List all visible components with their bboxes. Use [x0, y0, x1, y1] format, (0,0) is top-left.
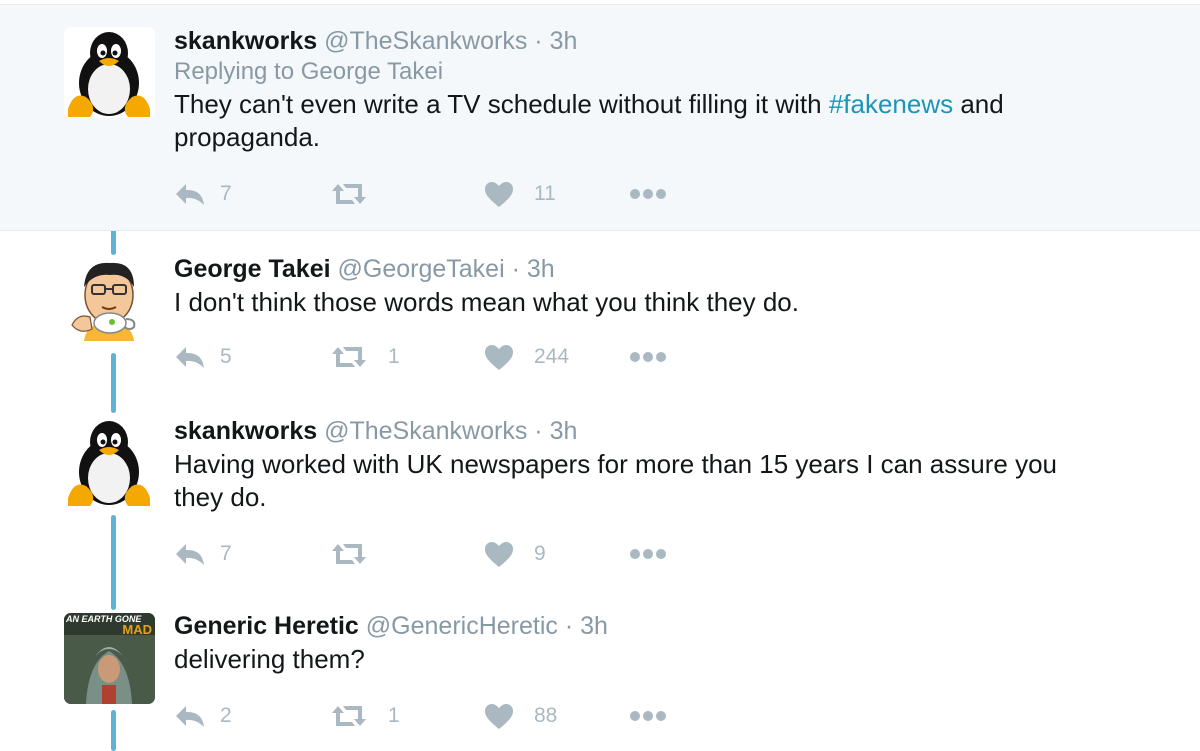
heart-icon	[485, 703, 513, 729]
timestamp[interactable]: 3h	[550, 27, 578, 55]
conversation-thread: skankworks @TheSkankworks · 3h Replying …	[0, 5, 1200, 751]
like-count: 244	[534, 345, 570, 368]
user-handle[interactable]: @GeorgeTakei	[338, 255, 505, 283]
retweet-button[interactable]	[330, 176, 382, 212]
more-options-button[interactable]	[629, 536, 667, 572]
like-button[interactable]: 11	[484, 176, 556, 212]
linux-penguin-avatar-icon	[68, 421, 150, 506]
timestamp[interactable]: 3h	[527, 255, 555, 283]
more-options-button[interactable]	[629, 339, 667, 375]
avatar-book-title-bottom: MAD	[122, 622, 152, 637]
tweet-header: skankworks @TheSkankworks · 3h	[174, 26, 1160, 56]
tweet[interactable]: skankworks @TheSkankworks · 3h Having wo…	[0, 396, 1200, 591]
user-handle[interactable]: @TheSkankworks	[324, 417, 527, 445]
retweet-icon	[332, 347, 366, 367]
heart-icon	[485, 181, 513, 207]
tweet-text: I don't think those words mean what you …	[174, 287, 799, 317]
reply-count: 7	[220, 542, 232, 565]
like-button[interactable]: 9	[484, 536, 546, 572]
tweet-content: Generic Heretic @GenericHeretic · 3h del…	[174, 611, 1160, 676]
retweet-button[interactable]: 1	[330, 698, 400, 734]
reply-count: 5	[220, 345, 232, 368]
display-name[interactable]: skankworks	[174, 417, 317, 445]
retweet-button[interactable]	[330, 536, 382, 572]
display-name[interactable]: George Takei	[174, 255, 331, 283]
separator: ·	[534, 417, 543, 445]
more-dots-icon	[630, 352, 666, 362]
tweet-text: delivering them?	[174, 644, 365, 674]
avatar[interactable]	[64, 27, 155, 118]
retweet-count: 1	[388, 345, 400, 368]
tweet-content: George Takei @GeorgeTakei · 3h I don't t…	[174, 254, 1160, 319]
avatar[interactable]	[64, 416, 155, 507]
retweet-count: 1	[388, 704, 400, 727]
separator: ·	[511, 255, 520, 283]
retweet-icon	[332, 706, 366, 726]
reply-count: 2	[220, 704, 232, 727]
reply-icon	[176, 347, 204, 368]
avatar[interactable]: AN EARTH GONE MAD	[64, 613, 155, 704]
tweet[interactable]: George Takei @GeorgeTakei · 3h I don't t…	[0, 231, 1200, 396]
like-count: 88	[534, 704, 558, 727]
tweet-header: Generic Heretic @GenericHeretic · 3h	[174, 611, 1160, 641]
tweet[interactable]: AN EARTH GONE MAD Generic Heretic @Gener…	[0, 591, 1200, 751]
retweet-icon	[332, 184, 366, 204]
reply-count: 7	[220, 182, 232, 205]
like-button[interactable]: 244	[484, 339, 569, 375]
tweet-actions: 7 9	[174, 536, 734, 572]
cartoon-man-drinking-tea-avatar-icon	[71, 262, 136, 341]
display-name[interactable]: Generic Heretic	[174, 612, 359, 640]
user-handle[interactable]: @TheSkankworks	[324, 27, 527, 55]
tweet-actions: 2 1 88	[174, 698, 734, 734]
tweet-header: George Takei @GeorgeTakei · 3h	[174, 254, 1160, 284]
reply-button[interactable]: 2	[174, 698, 232, 734]
more-dots-icon	[630, 549, 666, 559]
heart-icon	[485, 541, 513, 567]
reply-button[interactable]: 5	[174, 339, 232, 375]
linux-penguin-avatar-icon	[68, 32, 150, 117]
more-options-button[interactable]	[629, 176, 667, 212]
display-name[interactable]: skankworks	[174, 27, 317, 55]
tweet-content: skankworks @TheSkankworks · 3h Replying …	[174, 26, 1160, 154]
replying-to[interactable]: Replying to George Takei	[174, 56, 1160, 88]
reply-icon	[176, 544, 204, 565]
tweet-content: skankworks @TheSkankworks · 3h Having wo…	[174, 416, 1160, 514]
reply-button[interactable]: 7	[174, 176, 232, 212]
user-handle[interactable]: @GenericHeretic	[366, 612, 558, 640]
separator: ·	[564, 612, 574, 640]
tweet-header: skankworks @TheSkankworks · 3h	[174, 416, 1160, 446]
like-button[interactable]: 88	[484, 698, 557, 734]
tweet-text: They can't even write a TV schedule with…	[174, 88, 1054, 154]
reply-icon	[176, 184, 204, 205]
more-dots-icon	[630, 711, 666, 721]
retweet-button[interactable]: 1	[330, 339, 400, 375]
tweet-text-part: They can't even write a TV schedule with…	[174, 89, 829, 119]
like-count: 11	[534, 182, 556, 205]
more-options-button[interactable]	[629, 698, 667, 734]
timestamp[interactable]: 3h	[550, 417, 578, 445]
reply-button[interactable]: 7	[174, 536, 232, 572]
like-count: 9	[534, 542, 546, 565]
tweet-actions: 7 11	[174, 176, 734, 212]
avatar[interactable]	[64, 255, 155, 346]
tweet[interactable]: skankworks @TheSkankworks · 3h Replying …	[0, 5, 1200, 231]
more-dots-icon	[630, 189, 666, 199]
heart-icon	[485, 344, 513, 370]
reply-icon	[176, 706, 204, 727]
retweet-icon	[332, 544, 366, 564]
tweet-text: Having worked with UK newspapers for mor…	[174, 449, 1057, 512]
tweet-actions: 5 1 244	[174, 339, 734, 375]
timestamp[interactable]: 3h	[580, 612, 608, 640]
separator: ·	[534, 27, 543, 55]
hashtag-link[interactable]: #fakenews	[829, 89, 953, 119]
